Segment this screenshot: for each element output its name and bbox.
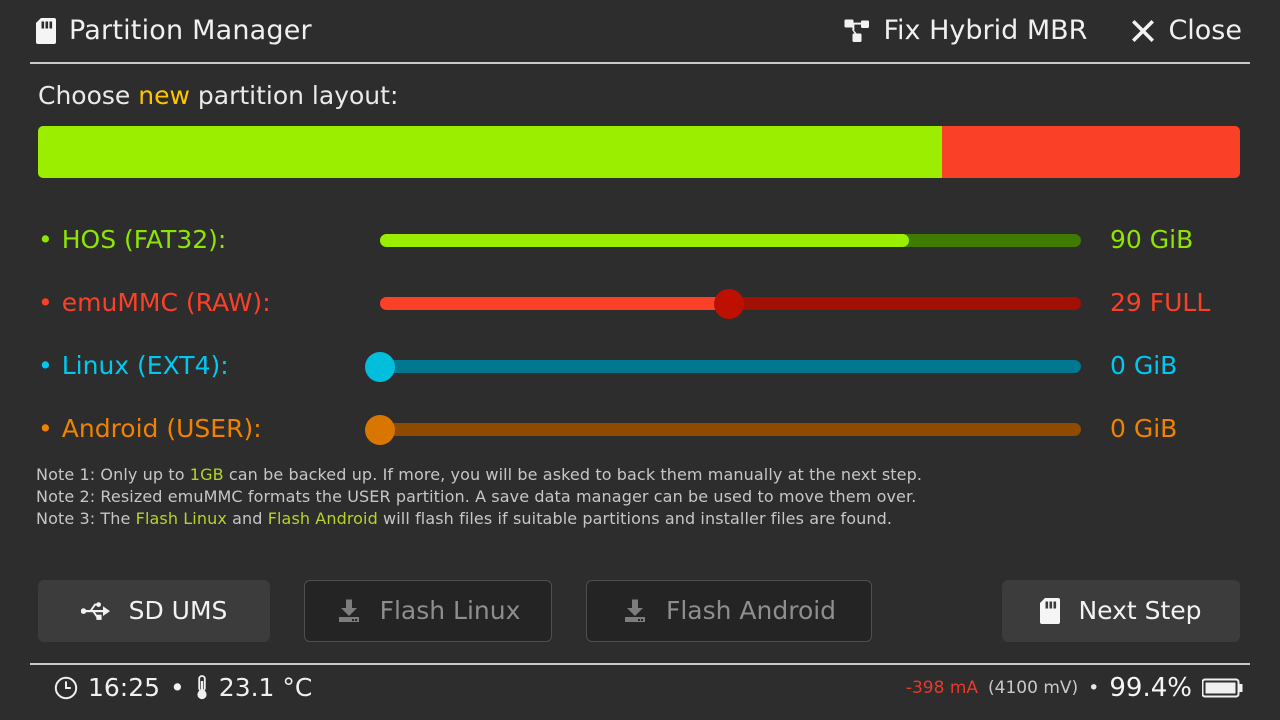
partition-label-linux: • Linux (EXT4):	[38, 350, 229, 382]
note-line: Note 3: The Flash Linux and Flash Androi…	[36, 508, 1246, 530]
bullet-icon: •	[38, 225, 53, 254]
slider-knob[interactable]	[365, 415, 395, 445]
partition-label-emummc: • emuMMC (RAW):	[38, 287, 271, 319]
slider-track[interactable]	[380, 423, 1081, 436]
note-text: can be backed up. If more, you will be a…	[223, 465, 923, 484]
status-separator: •	[170, 673, 185, 702]
download-icon	[336, 599, 362, 623]
sd-ums-button[interactable]: SD UMS	[38, 580, 270, 642]
choose-layout-heading: Choose new partition layout:	[38, 80, 398, 112]
slider-knob[interactable]	[714, 289, 745, 319]
battery-current: -398 mA	[905, 678, 979, 698]
sd-card-icon	[1040, 598, 1061, 624]
fix-hybrid-mbr-button[interactable]: Fix Hybrid MBR	[844, 14, 1087, 48]
thermometer-icon	[195, 675, 209, 701]
page-title: Partition Manager	[69, 15, 312, 46]
status-temperature: 23.1 °C	[218, 673, 313, 702]
clock-icon	[54, 676, 78, 700]
status-bar-left: 16:25 • 23.1 °C	[54, 672, 312, 704]
next-step-button[interactable]: Next Step	[1002, 580, 1240, 642]
partition-value-linux: 0 GiB	[1110, 351, 1178, 380]
next-step-label: Next Step	[1078, 596, 1202, 625]
layout-segment-emummc	[941, 126, 1240, 178]
battery-percent: 99.4%	[1109, 673, 1192, 703]
status-separator-right: •	[1088, 677, 1100, 699]
sd-card-icon	[36, 18, 56, 44]
note-line: Note 2: Resized emuMMC formats the USER …	[36, 486, 1246, 508]
note-highlight: Flash Linux	[135, 509, 227, 528]
bullet-icon: •	[38, 351, 53, 380]
partition-row-android: • Android (USER): 0 GiB	[0, 405, 1280, 468]
fix-hybrid-mbr-label: Fix Hybrid MBR	[883, 15, 1088, 46]
note-text: Note 1: Only up to	[36, 465, 190, 484]
note-text: will flash files if suitable partitions …	[377, 509, 893, 528]
choose-highlight: new	[138, 81, 190, 110]
flash-android-button[interactable]: Flash Android	[586, 580, 872, 642]
partition-layout-preview-bar	[38, 126, 1240, 178]
partition-label-text: HOS (FAT32):	[61, 225, 227, 254]
notes-block: Note 1: Only up to 1GB can be backed up.…	[36, 464, 1246, 530]
partition-label-android: • Android (USER):	[38, 413, 262, 445]
flash-linux-button[interactable]: Flash Linux	[304, 580, 552, 642]
partition-row-hos: • HOS (FAT32): 90 GiB	[0, 216, 1280, 279]
slider-knob[interactable]	[365, 352, 395, 382]
partition-row-linux: • Linux (EXT4): 0 GiB	[0, 342, 1280, 405]
header-divider	[30, 62, 1250, 64]
usb-icon	[80, 601, 111, 621]
note-text: Note 2: Resized emuMMC formats the USER …	[36, 487, 917, 506]
sitemap-icon	[844, 19, 870, 43]
app-title-group: Partition Manager	[36, 14, 312, 48]
status-bar-right: -398 mA (4100 mV) • 99.4%	[906, 672, 1244, 704]
partition-manager-window: Partition Manager Fix Hybrid MBR Close C…	[0, 0, 1280, 720]
slider-track[interactable]	[380, 360, 1081, 373]
partition-slider-emummc[interactable]	[361, 289, 1081, 319]
partition-slider-hos[interactable]	[361, 229, 1081, 251]
partition-value-hos: 90 GiB	[1110, 225, 1194, 254]
action-button-row: SD UMS Flash Linux Flash Android Next St…	[0, 580, 1280, 642]
note-line: Note 1: Only up to 1GB can be backed up.…	[36, 464, 1246, 486]
partition-rows: • HOS (FAT32): 90 GiB • emuMMC (RAW): 29 FULL…	[0, 216, 1280, 468]
slider-fill	[380, 297, 730, 310]
partition-label-text: Android (USER):	[61, 414, 262, 443]
flash-android-label: Flash Android	[665, 596, 837, 625]
flash-linux-label: Flash Linux	[379, 596, 521, 625]
close-button[interactable]: Close	[1131, 14, 1242, 48]
battery-icon	[1202, 676, 1244, 700]
bullet-icon: •	[38, 288, 53, 317]
partition-label-hos: • HOS (FAT32):	[38, 224, 226, 256]
note-highlight: Flash Android	[267, 509, 378, 528]
note-text: and	[226, 509, 268, 528]
sd-ums-label: SD UMS	[128, 596, 228, 625]
download-icon	[622, 599, 648, 623]
partition-row-emummc: • emuMMC (RAW): 29 FULL	[0, 279, 1280, 342]
layout-segment-hos	[38, 126, 942, 178]
battery-voltage: (4100 mV)	[988, 678, 1079, 698]
bullet-icon: •	[38, 414, 53, 443]
choose-prefix: Choose	[38, 81, 139, 110]
choose-suffix: partition layout:	[189, 81, 399, 110]
slider-fill	[380, 234, 910, 247]
note-highlight: 1GB	[189, 465, 224, 484]
partition-label-text: Linux (EXT4):	[61, 351, 229, 380]
partition-slider-linux[interactable]	[361, 352, 1081, 382]
partition-label-text: emuMMC (RAW):	[61, 288, 271, 317]
window-header: Partition Manager Fix Hybrid MBR Close	[0, 0, 1280, 64]
partition-slider-android[interactable]	[361, 415, 1081, 445]
close-icon	[1131, 19, 1155, 43]
status-time: 16:25	[88, 673, 161, 702]
note-text: Note 3: The	[36, 509, 136, 528]
partition-value-android: 0 GiB	[1110, 414, 1178, 443]
status-divider	[30, 663, 1250, 665]
partition-value-emummc: 29 FULL	[1110, 288, 1211, 317]
header-actions: Fix Hybrid MBR Close	[844, 14, 1242, 48]
close-label: Close	[1168, 15, 1242, 46]
